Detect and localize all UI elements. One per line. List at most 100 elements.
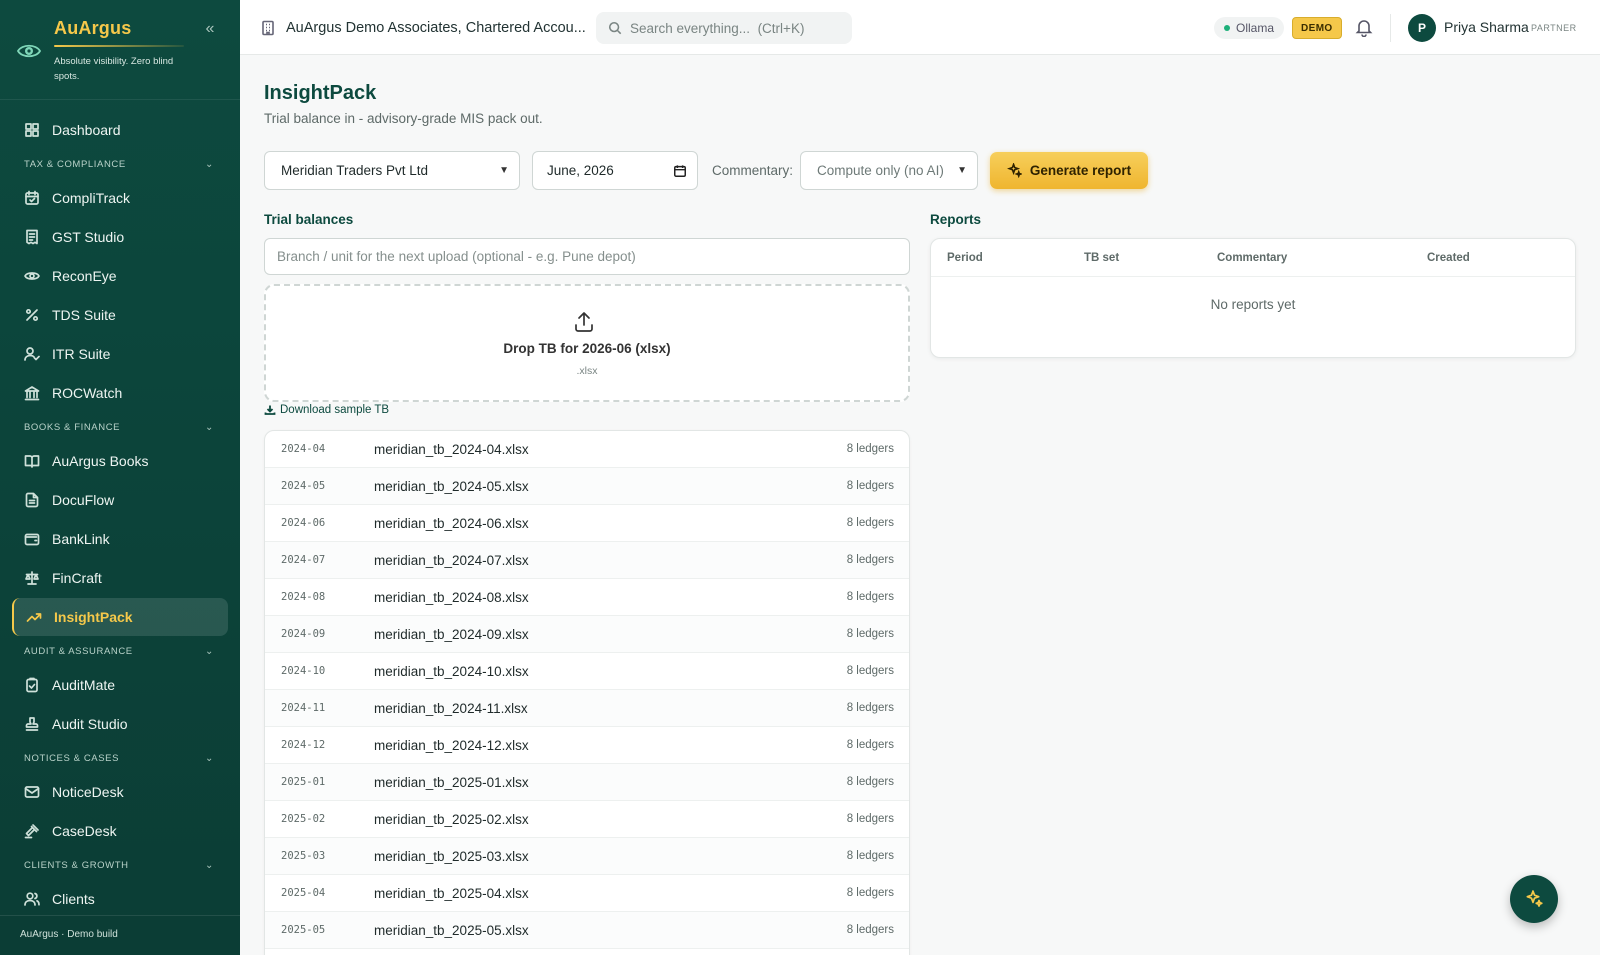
tb-filename[interactable]: meridian_tb_2024-05.xlsx xyxy=(374,468,529,505)
sidebar-item-insightpack[interactable]: InsightPack xyxy=(12,598,228,636)
sidebar-item-banklink[interactable]: BankLink xyxy=(12,520,228,558)
sidebar-item-complitrack[interactable]: CompliTrack xyxy=(12,179,228,217)
tb-period: 2024-11 xyxy=(281,702,326,714)
nav-section-clients-growth[interactable]: CLIENTS & GROWTH ⌄ xyxy=(0,851,240,879)
avatar[interactable]: P xyxy=(1408,14,1436,42)
commentary-label: Commentary: xyxy=(712,163,794,178)
reports-table-header: Period TB set Commentary Created xyxy=(931,239,1575,277)
tb-filename[interactable]: meridian_tb_2024-12.xlsx xyxy=(374,727,529,764)
search-input[interactable] xyxy=(630,20,830,36)
table-row[interactable]: 2025-01 meridian_tb_2025-01.xlsx 8 ledgers xyxy=(265,764,909,801)
commentary-select[interactable]: Compute only (no AI) ▼ xyxy=(800,151,978,190)
tb-dropzone[interactable]: Drop TB for 2026-06 (xlsx) .xlsx xyxy=(264,284,910,402)
tb-filename[interactable]: meridian_tb_2025-01.xlsx xyxy=(374,764,529,801)
org-switcher[interactable]: AuArgus Demo Associates, Chartered Accou… xyxy=(260,0,586,55)
nav-section-notices-cases[interactable]: NOTICES & CASES ⌄ xyxy=(0,744,240,772)
tb-filename[interactable]: meridian_tb_2024-04.xlsx xyxy=(374,431,529,468)
ai-assistant-button[interactable] xyxy=(1510,875,1558,923)
sidebar-item-fincraft[interactable]: FinCraft xyxy=(12,559,228,597)
table-row[interactable]: 2025-03 meridian_tb_2025-03.xlsx 8 ledgers xyxy=(265,838,909,875)
nav-section-books-finance[interactable]: BOOKS & FINANCE ⌄ xyxy=(0,413,240,441)
reports-heading: Reports xyxy=(930,212,982,227)
nav-section-tax-compliance[interactable]: TAX & COMPLIANCE ⌄ xyxy=(0,150,240,178)
download-sample-link[interactable]: Download sample TB xyxy=(264,404,389,416)
period-input[interactable]: June, 2026 xyxy=(532,151,698,190)
tb-filename[interactable]: meridian_tb_2025-05.xlsx xyxy=(374,912,529,949)
download-icon xyxy=(264,405,276,415)
branch-input[interactable] xyxy=(264,238,910,275)
column-header-period[interactable]: Period xyxy=(947,239,983,277)
sidebar-item-itr-suite[interactable]: ITR Suite xyxy=(12,335,228,373)
table-row[interactable]: 2024-05 meridian_tb_2024-05.xlsx 8 ledgers xyxy=(265,468,909,505)
sidebar-item-reconeye[interactable]: ReconEye xyxy=(12,257,228,295)
sidebar-item-label: DocuFlow xyxy=(52,492,115,508)
tb-period: 2024-10 xyxy=(281,665,326,677)
tb-period: 2025-05 xyxy=(281,924,326,936)
tb-filename[interactable]: meridian_tb_2025-03.xlsx xyxy=(374,838,529,875)
company-select[interactable]: Meridian Traders Pvt Ltd ▼ xyxy=(264,151,520,190)
sidebar-item-label: NoticeDesk xyxy=(52,784,124,800)
ollama-status[interactable]: Ollama xyxy=(1214,17,1285,39)
tb-ledger-count: 8 ledgers xyxy=(846,887,894,899)
sidebar-item-dashboard[interactable]: Dashboard xyxy=(12,111,228,149)
sidebar-item-auditmate[interactable]: AuditMate xyxy=(12,666,228,704)
chevrons-left-icon[interactable]: « xyxy=(200,20,220,40)
brand-header: AuArgus Absolute visibility. Zero blind … xyxy=(0,0,240,100)
sidebar-item-auargus-books[interactable]: AuArgus Books xyxy=(12,442,228,480)
table-row[interactable]: 2024-10 meridian_tb_2024-10.xlsx 8 ledgers xyxy=(265,653,909,690)
tb-filename[interactable]: meridian_tb_2025-04.xlsx xyxy=(374,875,529,912)
sidebar-item-gst-studio[interactable]: GST Studio xyxy=(12,218,228,256)
tb-filename[interactable]: meridian_tb_2024-11.xlsx xyxy=(374,690,528,727)
table-row[interactable]: 2024-12 meridian_tb_2024-12.xlsx 8 ledgers xyxy=(265,727,909,764)
sidebar-nav: Dashboard TAX & COMPLIANCE ⌄ CompliTrack… xyxy=(0,110,240,919)
table-row[interactable]: 2024-06 meridian_tb_2024-06.xlsx 8 ledgers xyxy=(265,505,909,542)
sidebar-item-rocwatch[interactable]: ROCWatch xyxy=(12,374,228,412)
section-title: CLIENTS & GROWTH xyxy=(24,859,129,871)
column-header-created[interactable]: Created xyxy=(1427,239,1470,277)
table-row[interactable]: 2024-09 meridian_tb_2024-09.xlsx 8 ledgers xyxy=(265,616,909,653)
sidebar-item-casedesk[interactable]: CaseDesk xyxy=(12,812,228,850)
tb-filename[interactable]: meridian_tb_2024-09.xlsx xyxy=(374,616,529,653)
section-title: BOOKS & FINANCE xyxy=(24,421,121,433)
generate-report-button[interactable]: Generate report xyxy=(990,152,1148,189)
tb-filename[interactable]: meridian_tb_2024-06.xlsx xyxy=(374,505,529,542)
table-row[interactable]: 2025-05 meridian_tb_2025-05.xlsx 8 ledgers xyxy=(265,912,909,949)
table-row[interactable]: 2024-04 meridian_tb_2024-04.xlsx 8 ledgers xyxy=(265,431,909,468)
tb-filename[interactable]: meridian_tb_2024-10.xlsx xyxy=(374,653,529,690)
tb-filename[interactable]: meridian_tb_2024-08.xlsx xyxy=(374,579,529,616)
global-search[interactable] xyxy=(596,12,852,44)
table-row[interactable]: 2025-02 meridian_tb_2025-02.xlsx 8 ledgers xyxy=(265,801,909,838)
notifications-button[interactable] xyxy=(1354,17,1374,38)
tb-ledger-count: 8 ledgers xyxy=(846,665,894,677)
search-icon xyxy=(608,21,622,35)
table-row[interactable]: 2024-08 meridian_tb_2024-08.xlsx 8 ledgers xyxy=(265,579,909,616)
sidebar-item-label: ReconEye xyxy=(52,268,117,284)
table-row[interactable]: 2025-04 meridian_tb_2025-04.xlsx 8 ledgers xyxy=(265,875,909,912)
tb-ledger-count: 8 ledgers xyxy=(846,702,894,714)
column-header-commentary[interactable]: Commentary xyxy=(1217,239,1287,277)
sidebar-item-tds-suite[interactable]: TDS Suite xyxy=(12,296,228,334)
main-content: InsightPack Trial balance in - advisory-… xyxy=(264,55,1576,955)
tb-ledger-count: 8 ledgers xyxy=(846,628,894,640)
tb-period: 2024-08 xyxy=(281,591,326,603)
sidebar-item-label: CompliTrack xyxy=(52,190,131,206)
nav-section-audit-assurance[interactable]: AUDIT & ASSURANCE ⌄ xyxy=(0,637,240,665)
tb-period: 2025-04 xyxy=(281,887,326,899)
calendar-icon[interactable] xyxy=(673,164,687,178)
user-name[interactable]: Priya Sharma xyxy=(1444,0,1529,55)
sidebar-item-clients[interactable]: Clients xyxy=(12,880,228,918)
period-input-value: June, 2026 xyxy=(547,163,614,178)
tb-filename[interactable]: meridian_tb_2025-02.xlsx xyxy=(374,801,529,838)
grid-icon xyxy=(24,122,40,138)
sidebar-item-noticedesk[interactable]: NoticeDesk xyxy=(12,773,228,811)
sidebar-item-audit-studio[interactable]: Audit Studio xyxy=(12,705,228,743)
sidebar-item-docuflow[interactable]: DocuFlow xyxy=(12,481,228,519)
tb-period: 2024-05 xyxy=(281,480,326,492)
table-row[interactable]: 2024-11 meridian_tb_2024-11.xlsx 8 ledgers xyxy=(265,690,909,727)
tb-filename[interactable]: meridian_tb_2024-07.xlsx xyxy=(374,542,529,579)
chevron-down-icon: ⌄ xyxy=(205,752,214,764)
column-header-tb-set[interactable]: TB set xyxy=(1084,239,1119,277)
sidebar-item-label: CaseDesk xyxy=(52,823,117,839)
sidebar-item-label: ITR Suite xyxy=(52,346,111,362)
table-row[interactable]: 2024-07 meridian_tb_2024-07.xlsx 8 ledgers xyxy=(265,542,909,579)
